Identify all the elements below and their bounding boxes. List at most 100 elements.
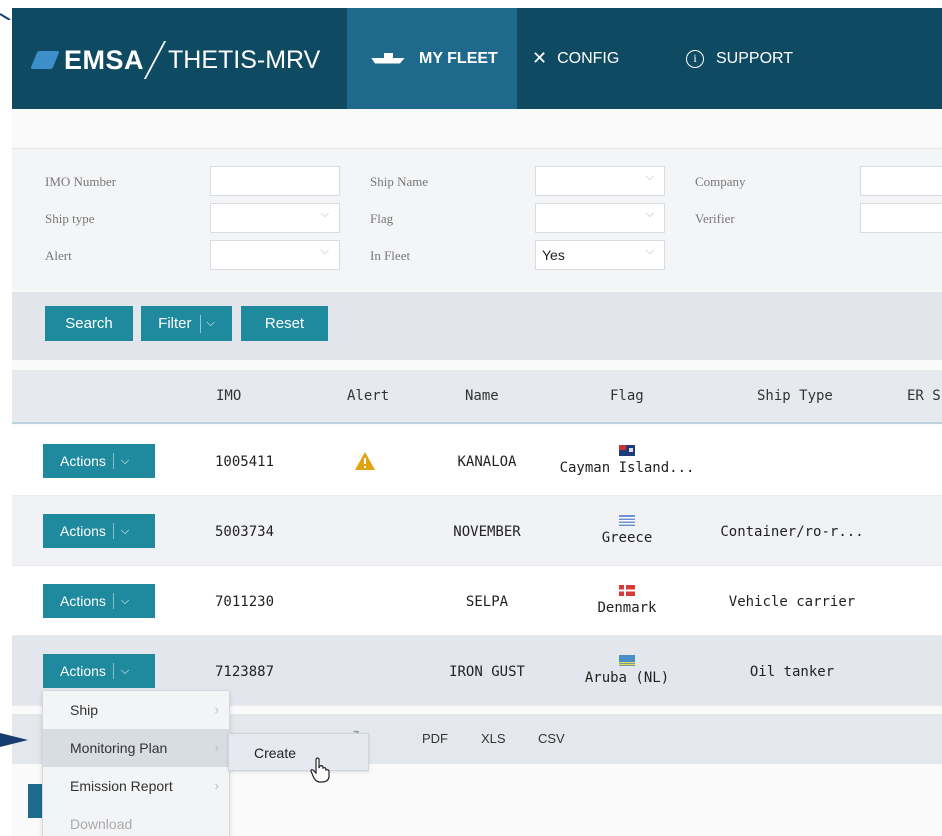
flag-select[interactable] bbox=[535, 203, 665, 233]
submenu-create-label: Create bbox=[254, 745, 297, 761]
flag-cell: Greece bbox=[552, 515, 702, 546]
app-window: EMSA THETIS-MRV MY FLEET ✕ CONFIG i SUPP… bbox=[12, 8, 942, 836]
flag-label: Flag bbox=[370, 211, 394, 226]
ship-name-label: Ship Name bbox=[370, 174, 429, 189]
brand-divider bbox=[143, 41, 167, 79]
imo-cell: 1005411 bbox=[215, 454, 275, 470]
chevron-right-icon: › bbox=[214, 778, 219, 793]
filter-button-divider bbox=[199, 314, 201, 333]
ship-type-label: Ship type bbox=[45, 211, 95, 226]
chevron-down-icon: ⌵ bbox=[206, 317, 215, 329]
table-row: Actions ⌵ 7011230 SELPA Denmark Vehicle … bbox=[12, 566, 942, 636]
imo-cell: 7123887 bbox=[215, 664, 275, 680]
export-pdf-button[interactable]: PDF bbox=[422, 731, 448, 746]
emsa-logo-icon bbox=[30, 51, 60, 69]
export-xls-button[interactable]: XLS bbox=[481, 731, 506, 746]
actions-button-label: Actions bbox=[60, 523, 106, 539]
actions-button-divider bbox=[112, 593, 114, 609]
flag-name: Greece bbox=[601, 530, 653, 546]
chevron-down-icon: ⌵ bbox=[120, 524, 130, 537]
chevron-down-icon: ⌵ bbox=[120, 594, 130, 607]
search-button[interactable]: Search bbox=[45, 306, 133, 341]
column-header-ship-type[interactable]: Ship Type bbox=[757, 388, 833, 404]
actions-button-label: Actions bbox=[60, 593, 106, 609]
tab-support[interactable]: i SUPPORT bbox=[686, 8, 836, 109]
filter-button[interactable]: Filter ⌵ bbox=[141, 306, 232, 341]
actions-button[interactable]: Actions ⌵ bbox=[43, 584, 155, 618]
imo-number-input[interactable] bbox=[210, 166, 340, 196]
menu-item-ship-label: Ship bbox=[70, 702, 99, 718]
ship-type-cell: Vehicle carrier bbox=[728, 594, 856, 610]
ship-type-cell: Container/ro-r... bbox=[720, 524, 864, 540]
imo-cell: 7011230 bbox=[215, 594, 275, 610]
column-header-alert[interactable]: Alert bbox=[347, 388, 389, 404]
verifier-input[interactable] bbox=[860, 203, 942, 233]
menu-item-monitoring-plan-label: Monitoring Plan bbox=[70, 740, 168, 756]
verifier-label: Verifier bbox=[695, 211, 735, 226]
alert-select[interactable] bbox=[210, 240, 340, 270]
submenu-create[interactable]: Create bbox=[228, 733, 369, 771]
cayman-islands-flag-icon bbox=[619, 445, 635, 456]
tab-my-fleet-label: MY FLEET bbox=[419, 49, 498, 67]
export-csv-button[interactable]: CSV bbox=[538, 731, 565, 746]
actions-dropdown-menu: Ship › Monitoring Plan › Emission Report… bbox=[42, 690, 230, 836]
search-button-bar: Search Filter ⌵ Reset bbox=[12, 292, 942, 360]
menu-item-emission-report-label: Emission Report bbox=[70, 778, 173, 794]
column-header-er-status[interactable]: ER S bbox=[907, 388, 941, 404]
ship-icon bbox=[371, 52, 405, 65]
ship-type-cell: Oil tanker bbox=[749, 664, 835, 680]
flag-cell: Aruba (NL) bbox=[552, 655, 702, 686]
chevron-right-icon: › bbox=[214, 702, 219, 717]
flag-cell: Denmark bbox=[552, 585, 702, 616]
menu-item-download-label: Download bbox=[70, 816, 133, 832]
actions-button[interactable]: Actions ⌵ bbox=[43, 444, 155, 478]
tab-config-label: CONFIG bbox=[557, 49, 620, 67]
column-header-flag[interactable]: Flag bbox=[610, 388, 644, 404]
brand-name: EMSA bbox=[64, 44, 145, 75]
actions-button-divider bbox=[112, 663, 114, 679]
alert-label: Alert bbox=[45, 248, 72, 263]
denmark-flag-icon bbox=[619, 585, 635, 596]
company-label: Company bbox=[695, 174, 746, 189]
menu-item-monitoring-plan[interactable]: Monitoring Plan › bbox=[43, 729, 229, 767]
chevron-right-icon: › bbox=[214, 740, 219, 755]
actions-button-label: Actions bbox=[60, 453, 106, 469]
chevron-down-icon: ⌵ bbox=[120, 454, 130, 467]
actions-button[interactable]: Actions ⌵ bbox=[43, 654, 155, 688]
ship-type-select[interactable] bbox=[210, 203, 340, 233]
menu-item-emission-report[interactable]: Emission Report › bbox=[43, 767, 229, 805]
flag-name: Aruba (NL) bbox=[584, 670, 670, 686]
menu-item-download: Download bbox=[43, 805, 229, 836]
table-header: IMO Alert Name Flag Ship Type ER S bbox=[12, 370, 942, 424]
actions-button-label: Actions bbox=[60, 663, 106, 679]
ship-name-cell[interactable]: SELPA bbox=[422, 594, 552, 610]
ship-name-cell[interactable]: IRON GUST bbox=[422, 664, 552, 680]
flag-cell: Cayman Island... bbox=[552, 445, 702, 476]
aruba-flag-icon bbox=[619, 655, 635, 666]
tools-icon: ✕ bbox=[532, 48, 548, 68]
menu-item-ship[interactable]: Ship › bbox=[43, 691, 229, 729]
actions-button-divider bbox=[112, 453, 114, 469]
in-fleet-select[interactable]: Yes bbox=[535, 240, 665, 270]
ship-name-select[interactable] bbox=[535, 166, 665, 196]
warning-icon bbox=[355, 452, 375, 470]
flag-name: Denmark bbox=[597, 600, 657, 616]
actions-button[interactable]: Actions ⌵ bbox=[43, 514, 155, 548]
ship-name-cell[interactable]: NOVEMBER bbox=[422, 524, 552, 540]
greece-flag-icon bbox=[619, 515, 635, 526]
company-input[interactable] bbox=[860, 166, 942, 196]
ship-name-cell[interactable]: KANALOA bbox=[422, 454, 552, 470]
table-row: Actions ⌵ 1005411 KANALOA Cayman Island.… bbox=[12, 426, 942, 496]
tab-my-fleet[interactable]: MY FLEET bbox=[347, 8, 517, 109]
hand-cursor-icon bbox=[310, 757, 330, 783]
chevron-down-icon: ⌵ bbox=[120, 664, 130, 677]
reset-button[interactable]: Reset bbox=[241, 306, 328, 341]
tab-config[interactable]: ✕ CONFIG bbox=[532, 8, 682, 109]
brand-logo[interactable]: EMSA THETIS-MRV bbox=[30, 40, 320, 80]
actions-button-divider bbox=[112, 523, 114, 539]
column-header-imo[interactable]: IMO bbox=[216, 388, 241, 404]
info-icon: i bbox=[686, 49, 704, 68]
table-row: Actions ⌵ 5003734 NOVEMBER Greece Contai… bbox=[12, 496, 942, 566]
flag-name: Cayman Island... bbox=[559, 460, 695, 476]
column-header-name[interactable]: Name bbox=[465, 388, 499, 404]
